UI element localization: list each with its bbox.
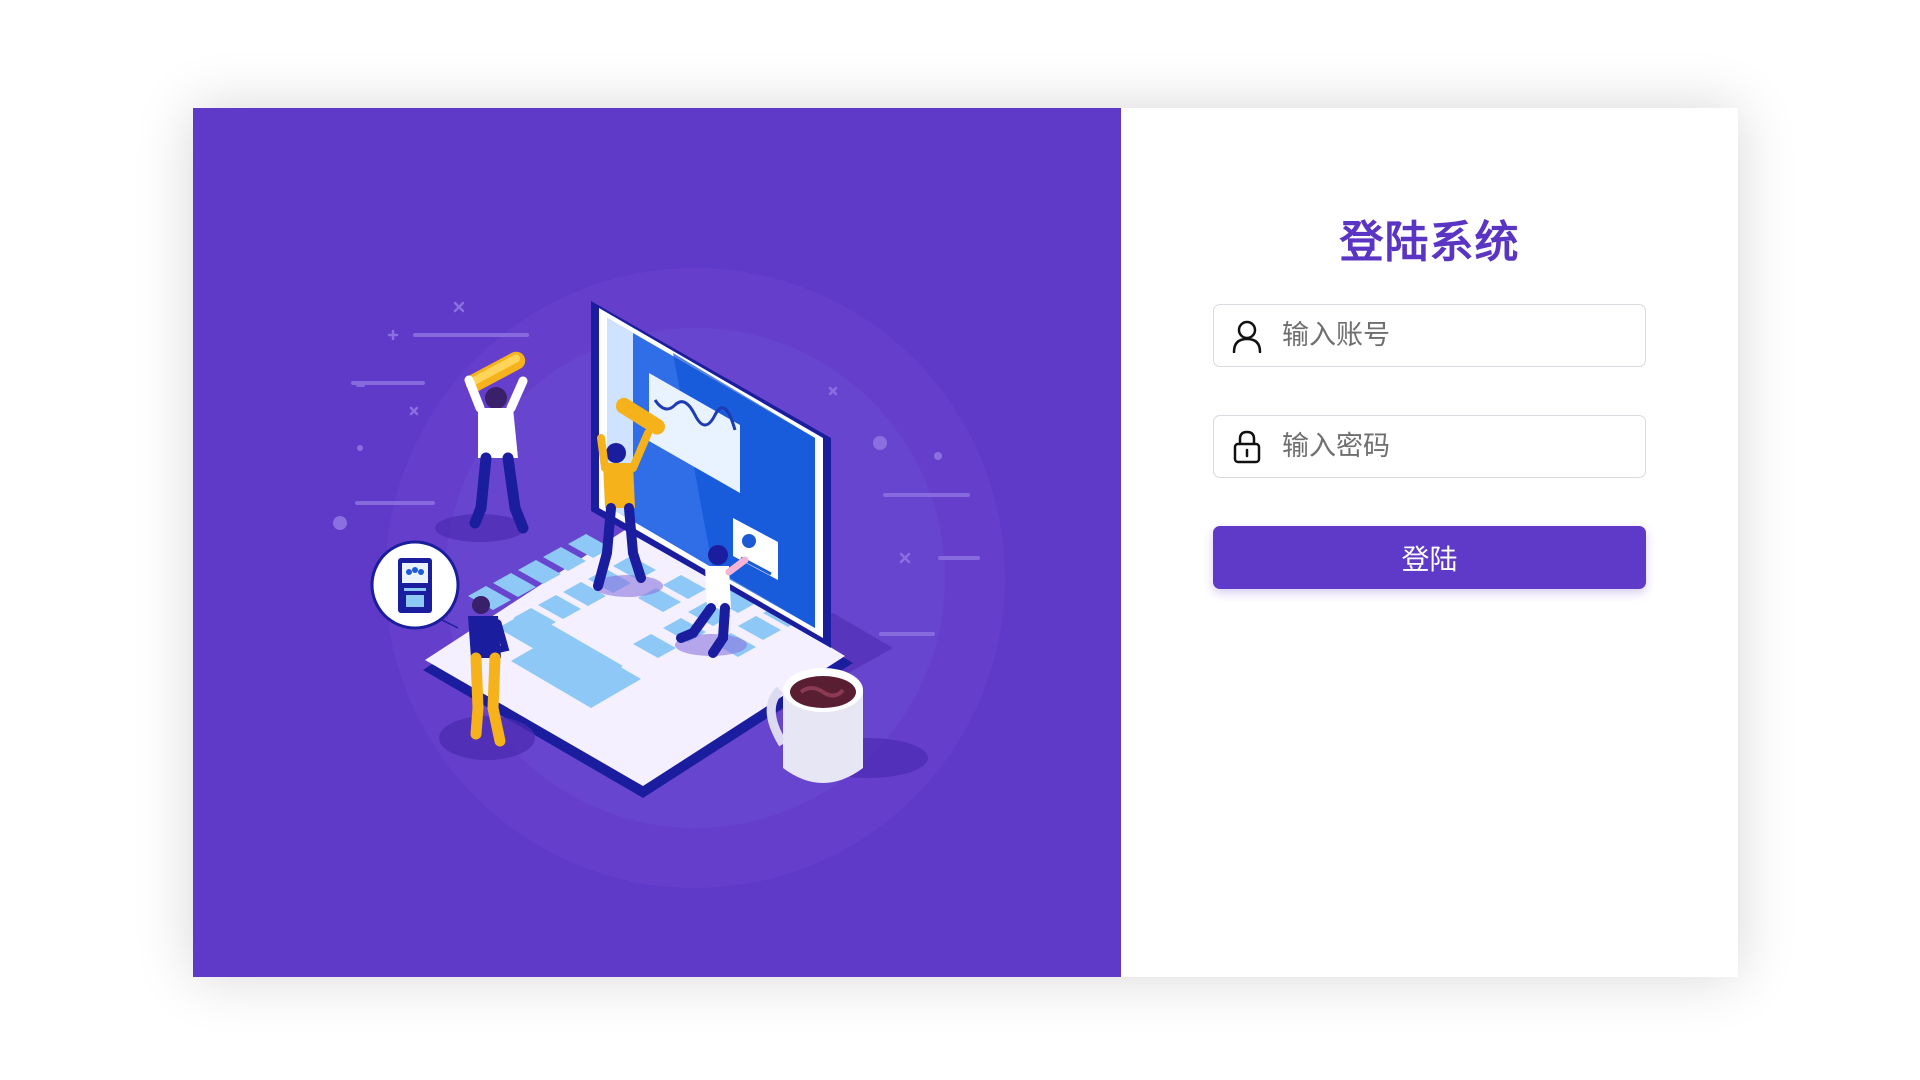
lock-icon — [1230, 430, 1264, 464]
password-input[interactable] — [1282, 421, 1622, 472]
laptop-team-illustration — [333, 268, 1005, 888]
login-form-panel: 登陆系统 登陆 — [1121, 108, 1738, 977]
illustration-panel — [193, 108, 1121, 977]
login-card: 登陆系统 登陆 — [193, 108, 1738, 977]
password-field[interactable] — [1213, 415, 1646, 478]
login-button[interactable]: 登陆 — [1213, 526, 1646, 589]
user-icon — [1230, 319, 1264, 353]
account-input[interactable] — [1282, 310, 1622, 361]
page-title: 登陆系统 — [1339, 217, 1520, 268]
account-field[interactable] — [1213, 304, 1646, 367]
